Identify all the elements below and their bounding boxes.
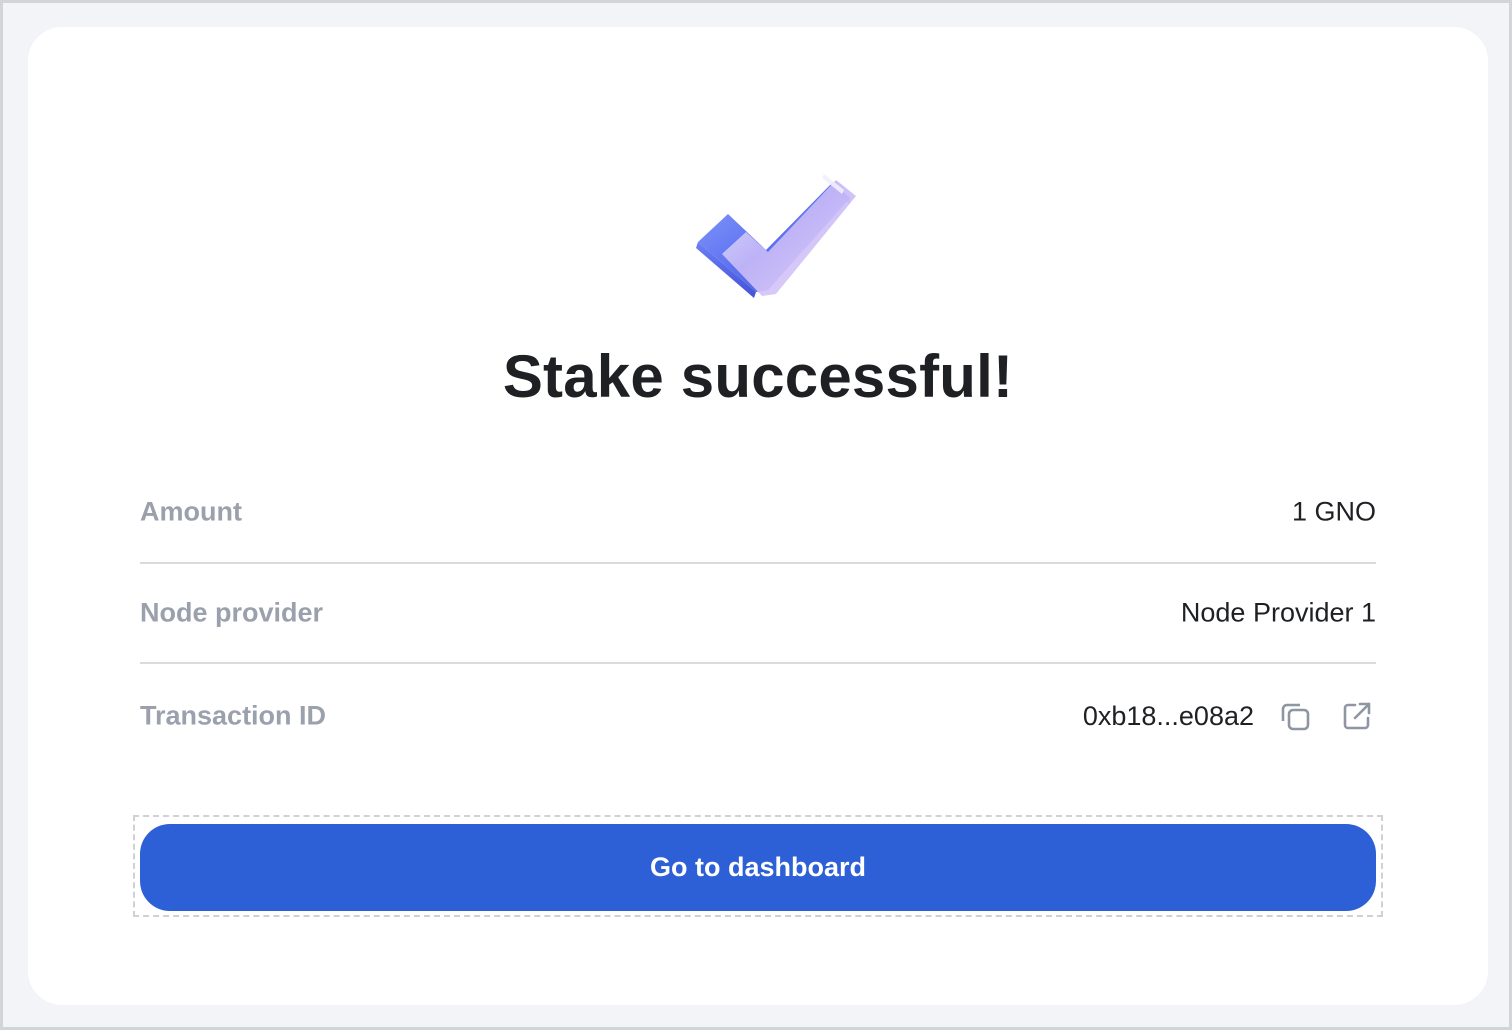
details-list: Amount 1 GNO Node provider Node Provider… xyxy=(140,464,1376,776)
node-provider-label: Node provider xyxy=(140,597,324,628)
page-title: Stake successful! xyxy=(502,343,1014,410)
external-link-icon[interactable] xyxy=(1338,697,1376,735)
detail-row-transaction-id: Transaction ID 0xb18...e08a2 xyxy=(140,664,1376,776)
transaction-id-label: Transaction ID xyxy=(140,700,327,731)
detail-row-amount: Amount 1 GNO xyxy=(140,464,1376,564)
go-to-dashboard-button[interactable]: Go to dashboard xyxy=(140,824,1376,911)
success-card: Stake successful! Amount 1 GNO Node prov… xyxy=(28,27,1488,1005)
amount-label: Amount xyxy=(140,496,242,527)
detail-row-node-provider: Node provider Node Provider 1 xyxy=(140,564,1376,664)
node-provider-value: Node Provider 1 xyxy=(1180,597,1376,628)
checkmark-icon xyxy=(696,174,856,298)
transaction-id-value: 0xb18...e08a2 xyxy=(1082,700,1254,731)
transaction-id-group: 0xb18...e08a2 xyxy=(1083,697,1376,735)
copy-icon[interactable] xyxy=(1276,697,1314,735)
amount-value: 1 GNO xyxy=(1291,496,1376,527)
